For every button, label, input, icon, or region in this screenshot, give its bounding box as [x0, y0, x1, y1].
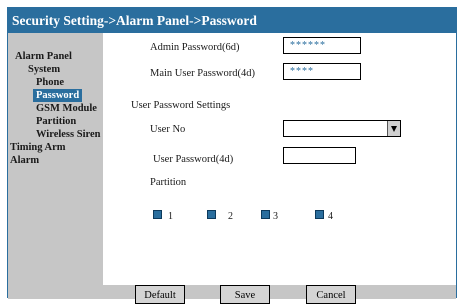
sidebar-item-phone[interactable]: Phone: [36, 76, 64, 89]
sidebar-item-partition[interactable]: Partition: [36, 115, 76, 128]
sidebar-item-alarm[interactable]: Alarm: [10, 154, 39, 167]
sidebar-item-password[interactable]: Password: [33, 89, 83, 102]
partition-checkbox-label-1: 1: [168, 211, 173, 222]
sidebar-item-wireless-siren[interactable]: Wireless Siren: [36, 128, 100, 141]
user-password-settings-heading: User Password Settings: [131, 100, 231, 111]
user-password-input[interactable]: [283, 147, 356, 164]
main-user-password-input[interactable]: ****: [283, 63, 361, 80]
partition-checkbox-label-2: 2: [228, 211, 233, 222]
chevron-down-icon[interactable]: [387, 121, 400, 136]
default-button[interactable]: Default: [135, 285, 185, 304]
partition-checkbox-4[interactable]: [315, 210, 324, 219]
sidebar-item-gsm-module[interactable]: GSM Module: [36, 102, 97, 115]
page-title: Security Setting->Alarm Panel->Password: [8, 8, 456, 33]
main-user-password-label: Main User Password(4d): [150, 68, 255, 79]
admin-password-label: Admin Password(6d): [150, 42, 240, 53]
partition-checkbox-label-4: 4: [328, 211, 333, 222]
admin-password-input[interactable]: ******: [283, 37, 361, 54]
sidebar-item-timing-arm[interactable]: Timing Arm: [10, 141, 66, 154]
partition-checkbox-1[interactable]: [153, 210, 162, 219]
user-password-label: User Password(4d): [153, 154, 234, 165]
cancel-button[interactable]: Cancel: [306, 285, 356, 304]
partition-checkbox-label-3: 3: [273, 211, 278, 222]
partition-label: Partition: [150, 177, 187, 188]
save-button[interactable]: Save: [220, 285, 270, 304]
settings-window: Security Setting->Alarm Panel->Password …: [7, 7, 457, 304]
user-no-select[interactable]: [283, 120, 401, 137]
sidebar-item-alarm-panel[interactable]: Alarm Panel: [15, 50, 72, 63]
user-no-label: User No: [150, 124, 186, 135]
partition-checkbox-3[interactable]: [261, 210, 270, 219]
sidebar-item-system[interactable]: System: [28, 63, 60, 76]
sidebar: Alarm Panel System Phone Password GSM Mo…: [8, 33, 103, 285]
partition-checkbox-2[interactable]: [207, 210, 216, 219]
